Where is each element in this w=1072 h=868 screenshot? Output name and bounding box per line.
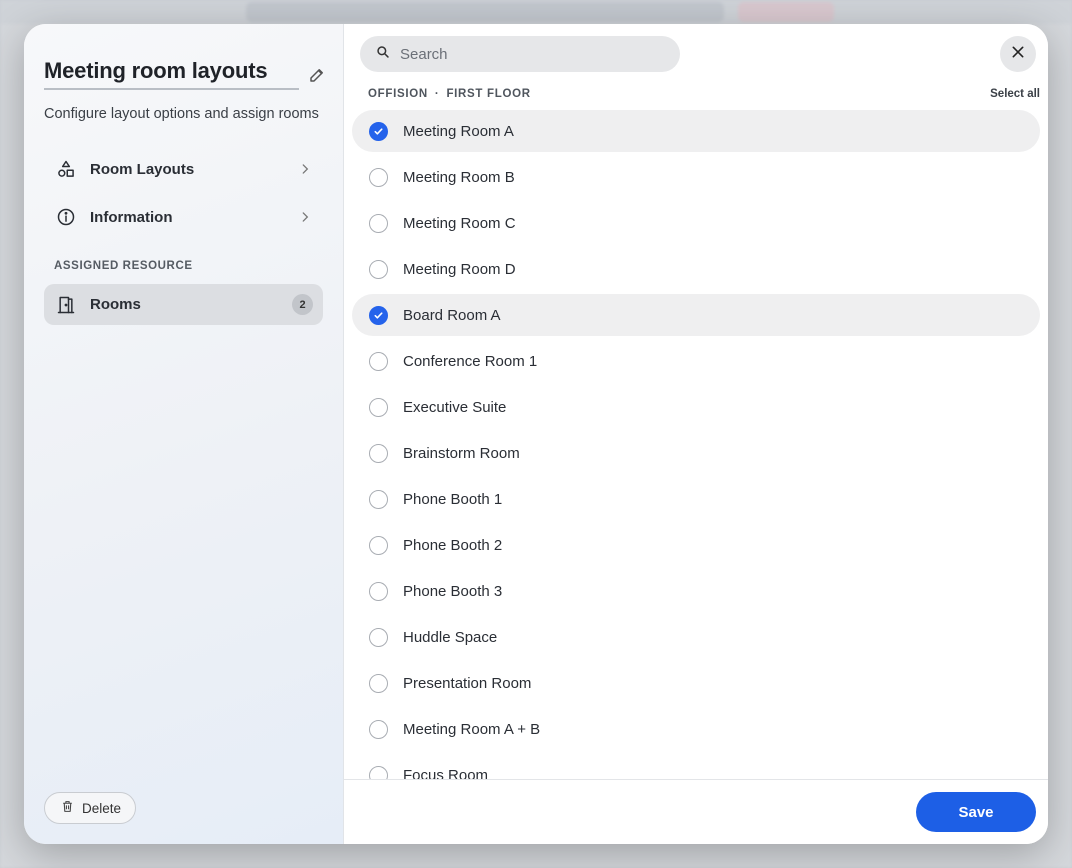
room-checkbox[interactable] (369, 535, 388, 555)
room-checkbox[interactable] (369, 581, 388, 601)
room-name: Meeting Room A + B (403, 720, 541, 738)
chevron-right-icon (298, 162, 312, 176)
room-row[interactable]: Phone Booth 1 (352, 478, 1040, 520)
room-checkbox-checked[interactable] (369, 305, 388, 325)
breadcrumb-building: OFFISION (368, 88, 428, 100)
nav-rooms[interactable]: Rooms 2 (44, 284, 323, 325)
trash-icon (61, 800, 74, 816)
search-input[interactable] (400, 45, 650, 63)
room-row[interactable]: Meeting Room B (352, 156, 1040, 198)
room-row[interactable]: Meeting Room A (352, 110, 1040, 152)
room-name: Executive Suite (403, 398, 507, 416)
room-checkbox[interactable] (369, 489, 388, 509)
room-checkbox[interactable] (369, 259, 388, 279)
room-row[interactable]: Focus Room (352, 754, 1040, 779)
room-name: Brainstorm Room (403, 444, 520, 462)
room-checkbox[interactable] (369, 627, 388, 647)
room-picker-panel: OFFISION · FIRST FLOOR Select all Meetin… (344, 24, 1048, 844)
breadcrumb-separator: · (434, 88, 440, 100)
select-all-link[interactable]: Select all (990, 88, 1040, 100)
room-checkbox[interactable] (369, 673, 388, 693)
info-icon (56, 207, 76, 227)
background-pill (738, 2, 834, 22)
room-name: Focus Room (403, 766, 489, 780)
dialog-footer: Save (344, 779, 1048, 844)
delete-label: Delete (82, 800, 122, 816)
chevron-right-icon (298, 210, 312, 224)
room-checkbox[interactable] (369, 397, 388, 417)
room-name: Phone Booth 2 (403, 536, 503, 554)
room-name: Meeting Room A (403, 122, 514, 140)
nav-information[interactable]: Information (44, 197, 324, 237)
search-icon (360, 45, 400, 64)
title-row: Meeting room layouts (44, 58, 324, 90)
background-search (246, 2, 724, 22)
room-checkbox[interactable] (369, 719, 388, 739)
nav-room-layouts-label: Room Layouts (90, 160, 195, 178)
room-row[interactable]: Huddle Space (352, 616, 1040, 658)
breadcrumb-floor: FIRST FLOOR (446, 88, 531, 100)
room-checkbox[interactable] (369, 351, 388, 371)
room-name: Huddle Space (403, 628, 498, 646)
room-list: Meeting Room A Meeting Room B Meeting Room… (352, 110, 1040, 779)
room-name: Board Room A (403, 306, 501, 324)
room-name: Meeting Room C (403, 214, 516, 232)
room-checkbox-checked[interactable] (369, 121, 388, 141)
section-label-assigned-resource: ASSIGNED RESOURCE (54, 260, 193, 272)
room-row[interactable]: Executive Suite (352, 386, 1040, 428)
search-box[interactable] (360, 36, 680, 72)
room-row[interactable]: Meeting Room A + B (352, 708, 1040, 750)
room-checkbox[interactable] (369, 167, 388, 187)
room-name: Phone Booth 1 (403, 490, 503, 508)
room-checkbox[interactable] (369, 443, 388, 463)
door-icon (56, 295, 76, 315)
room-name: Conference Room 1 (403, 352, 538, 370)
shapes-icon (56, 159, 76, 179)
delete-button[interactable]: Delete (44, 792, 137, 824)
save-button[interactable]: Save (916, 792, 1036, 832)
room-row[interactable]: Meeting Room D (352, 248, 1040, 290)
check-icon (374, 127, 383, 135)
room-row[interactable]: Board Room A (352, 294, 1040, 336)
rooms-count-badge: 2 (292, 294, 313, 315)
room-checkbox[interactable] (369, 765, 388, 779)
page-subtitle: Configure layout options and assign room… (44, 106, 319, 122)
close-button[interactable] (1000, 36, 1036, 72)
nav-room-layouts[interactable]: Room Layouts (44, 149, 324, 189)
room-row[interactable]: Phone Booth 3 (352, 570, 1040, 612)
room-row[interactable]: Meeting Room C (352, 202, 1040, 244)
room-name: Phone Booth 3 (403, 582, 503, 600)
page-title[interactable]: Meeting room layouts (44, 58, 299, 90)
room-checkbox[interactable] (369, 213, 388, 233)
dialog-sidebar: Meeting room layouts Configure layout op… (24, 24, 344, 844)
nav-rooms-label: Rooms (90, 296, 141, 313)
nav-information-label: Information (90, 208, 173, 226)
room-row[interactable]: Conference Room 1 (352, 340, 1040, 382)
room-name: Presentation Room (403, 674, 532, 692)
close-icon (1010, 44, 1026, 65)
room-row[interactable]: Brainstorm Room (352, 432, 1040, 474)
room-name: Meeting Room D (403, 260, 516, 278)
pencil-icon[interactable] (308, 66, 326, 84)
room-row[interactable]: Presentation Room (352, 662, 1040, 704)
check-icon (374, 311, 383, 319)
room-row[interactable]: Phone Booth 2 (352, 524, 1040, 566)
room-layout-dialog: Meeting room layouts Configure layout op… (24, 24, 1048, 844)
breadcrumb: OFFISION · FIRST FLOOR (368, 88, 531, 100)
room-name: Meeting Room B (403, 168, 515, 186)
